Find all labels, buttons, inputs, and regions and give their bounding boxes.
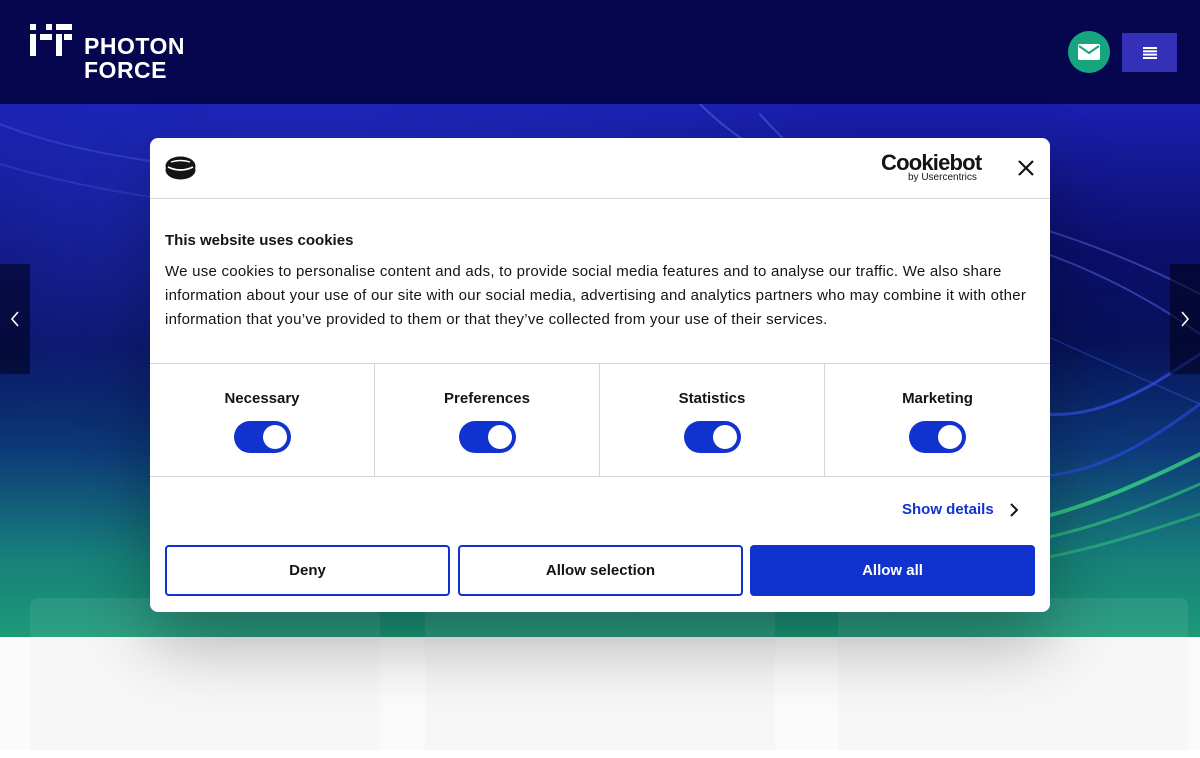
cookie-dialog-header: Cookiebot by Usercentrics	[150, 138, 1050, 199]
photon-force-logo[interactable]: PHOTON FORCE	[30, 22, 200, 82]
show-details-label: Show details	[902, 501, 994, 518]
allow-all-button[interactable]: Allow all	[750, 545, 1035, 596]
cookie-dialog-title: This website uses cookies	[165, 232, 354, 249]
toggle-knob	[713, 425, 737, 449]
category-statistics: Statistics	[600, 364, 825, 476]
close-dialog-button[interactable]	[1016, 158, 1036, 178]
hamburger-menu-icon	[1142, 46, 1157, 59]
cookiebot-brand-sub: by Usercentrics	[908, 172, 977, 183]
category-label: Necessary	[224, 390, 300, 407]
toggle-knob	[263, 425, 287, 449]
logo-mark-icon	[30, 24, 72, 56]
chevron-left-icon	[10, 311, 19, 327]
toggle-marketing[interactable]	[909, 421, 966, 453]
logo-text: PHOTON FORCE	[84, 34, 185, 82]
feature-card-right-body	[838, 637, 1188, 750]
toggle-preferences[interactable]	[459, 421, 516, 453]
chevron-right-icon	[1009, 502, 1018, 517]
category-label: Statistics	[678, 390, 746, 407]
toggle-knob	[488, 425, 512, 449]
toggle-knob	[938, 425, 962, 449]
category-preferences: Preferences	[375, 364, 600, 476]
contact-mail-button[interactable]	[1068, 31, 1110, 73]
slider-next-button[interactable]	[1170, 264, 1200, 374]
slider-prev-button[interactable]	[0, 264, 30, 374]
category-marketing: Marketing	[825, 364, 1050, 476]
cookie-consent-dialog: Cookiebot by Usercentrics This website u…	[150, 138, 1050, 612]
toggle-statistics[interactable]	[684, 421, 741, 453]
cookie-logo-icon	[165, 156, 196, 180]
close-icon	[1018, 160, 1034, 176]
logo-line-1: PHOTON	[84, 33, 185, 59]
category-necessary: Necessary	[150, 364, 375, 476]
menu-button[interactable]	[1122, 33, 1177, 72]
show-details-link[interactable]: Show details	[902, 501, 1018, 518]
cookie-dialog-body: We use cookies to personalise content an…	[165, 263, 1027, 328]
category-label: Preferences	[444, 390, 530, 407]
envelope-icon	[1078, 44, 1100, 60]
cookiebot-brand-logo[interactable]: Cookiebot by Usercentrics	[881, 151, 985, 184]
deny-button[interactable]: Deny	[165, 545, 450, 596]
allow-selection-button[interactable]: Allow selection	[458, 545, 743, 596]
toggle-necessary[interactable]	[234, 421, 291, 453]
consent-categories: Necessary Preferences Statistics Marketi…	[150, 363, 1050, 477]
category-label: Marketing	[902, 390, 973, 407]
logo-line-2: FORCE	[84, 57, 167, 83]
feature-card-middle-body	[425, 637, 775, 750]
chevron-right-icon	[1181, 311, 1190, 327]
site-header: PHOTON FORCE	[0, 0, 1200, 104]
feature-card-left-body	[30, 637, 380, 750]
